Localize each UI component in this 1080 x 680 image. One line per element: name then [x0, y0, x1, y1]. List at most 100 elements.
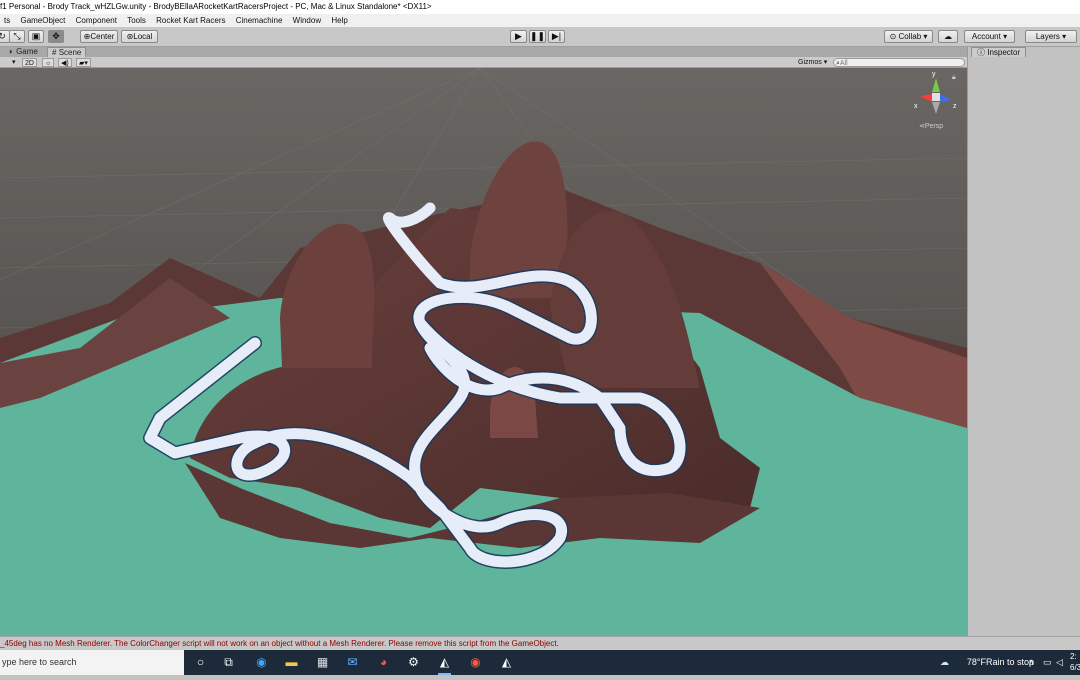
mail-icon[interactable]: ✉: [344, 654, 361, 671]
image-icon: ▰▾: [79, 60, 88, 67]
effects-dropdown[interactable]: ▰▾: [76, 58, 91, 67]
pause-button[interactable]: ❚❚: [529, 30, 546, 43]
play-button[interactable]: ▶: [510, 30, 527, 43]
edge-icon[interactable]: ◉: [253, 654, 270, 671]
transform-tool-button[interactable]: ✥: [48, 30, 64, 43]
tab-game-label: Game: [16, 47, 38, 56]
scale-icon: ⤡: [13, 31, 21, 41]
menu-item-assets[interactable]: ts: [0, 14, 14, 27]
lighting-toggle[interactable]: ☼: [42, 58, 55, 67]
menu-item-gameobject[interactable]: GameObject: [16, 14, 69, 27]
cloud-icon: ☁: [944, 32, 952, 41]
scene-search-input[interactable]: ⌕All: [833, 58, 965, 67]
sun-icon: ☼: [45, 60, 52, 67]
menu-item-tools[interactable]: Tools: [123, 14, 150, 27]
task-view-icon[interactable]: ⧉: [220, 654, 237, 671]
dropdown-icon: ▾: [823, 59, 828, 66]
local-label: Local: [133, 32, 153, 41]
tray-chevron-icon[interactable]: ∧: [1028, 650, 1035, 675]
scene-render: [0, 68, 967, 636]
dropdown-icon: ▾: [923, 32, 928, 41]
scene-viewport[interactable]: y x z ⋖Persp 🔒︎: [0, 68, 967, 636]
weather-temp[interactable]: 78°F: [967, 650, 986, 675]
step-icon: ▶|: [551, 31, 562, 41]
menu-item-component[interactable]: Component: [72, 14, 121, 27]
account-button[interactable]: Account ▾: [964, 30, 1015, 43]
scale-tool-button[interactable]: ⤡: [9, 30, 25, 43]
scene-toolbar: ▾ 2D ☼ ◀) ▰▾ Gizmos ▾ ⌕All: [0, 57, 967, 68]
orientation-gizmo[interactable]: y x z ⋖Persp: [912, 71, 960, 130]
toggle-2d-button[interactable]: 2D: [22, 58, 37, 67]
main-toolbar: ↻ ⤡ ▣ ✥ ⊕Center ⊛Local ▶ ❚❚ ▶| ⊙ Collab …: [0, 27, 1080, 47]
pivot-local-button[interactable]: ⊛Local: [121, 30, 158, 43]
pivot-center-button[interactable]: ⊕Center: [80, 30, 118, 43]
taskbar-search-input[interactable]: ype here to search: [0, 650, 184, 675]
toggle-2d-label: 2D: [25, 60, 34, 67]
persp-label[interactable]: ⋖Persp: [919, 122, 943, 130]
windows-taskbar: ype here to search ○ ⧉ ◉ ▬ ▦ ✉ ◕ ⚙ ◭ ◉ ◭…: [0, 650, 1080, 675]
collab-icon: ⊙: [889, 32, 897, 41]
store-icon[interactable]: ▦: [314, 654, 331, 671]
dropdown-icon: ▾: [1003, 32, 1008, 41]
chrome-icon[interactable]: ◕: [375, 654, 392, 671]
play-icon: ▶: [515, 31, 522, 41]
gizmos-dropdown[interactable]: Gizmos ▾: [796, 58, 829, 67]
collab-button[interactable]: ⊙ Collab ▾: [884, 30, 933, 43]
menu-item-help[interactable]: Help: [327, 14, 351, 27]
search-placeholder: All: [839, 60, 848, 67]
lock-icon[interactable]: 🔒︎: [952, 74, 956, 82]
layers-button[interactable]: Layers ▾: [1025, 30, 1077, 43]
console-message: _45deg has no Mesh Renderer. The ColorCh…: [0, 639, 559, 648]
unity-hub-icon[interactable]: ◭: [498, 654, 515, 671]
gizmo-z-label: z: [953, 103, 957, 110]
window-title-bar: f1 Personal - Brody Track_wHZLGw.unity -…: [0, 0, 1080, 14]
tab-inspector[interactable]: ⓘ Inspector: [971, 47, 1027, 57]
speaker-icon: ◀): [61, 60, 69, 67]
console-status-bar[interactable]: _45deg has no Mesh Renderer. The ColorCh…: [0, 636, 1080, 650]
dropdown-icon: ▾: [12, 59, 16, 66]
file-explorer-icon[interactable]: ▬: [283, 654, 300, 671]
gizmo-center: [932, 93, 940, 101]
gizmo-neg-y-cone: [932, 102, 940, 114]
tab-game[interactable]: ◐ Game: [5, 47, 42, 57]
gizmo-x-label: x: [914, 103, 918, 110]
weather-icon[interactable]: ☁: [940, 650, 954, 675]
layers-label: Layers: [1035, 32, 1060, 41]
game-icon: ◐: [9, 47, 14, 56]
menu-item-window[interactable]: Window: [289, 14, 325, 27]
tab-inspector-label: Inspector: [987, 48, 1021, 57]
shading-dropdown[interactable]: ▾: [10, 58, 18, 67]
inspector-panel: ⓘ Inspector: [967, 47, 1080, 636]
audio-toggle[interactable]: ◀): [58, 58, 72, 67]
cloud-button[interactable]: ☁: [938, 30, 958, 43]
network-icon[interactable]: ▭: [1043, 650, 1052, 675]
menu-item-rocket-kart-racers[interactable]: Rocket Kart Racers: [152, 14, 229, 27]
menu-item-cinemachine[interactable]: Cinemachine: [232, 14, 287, 27]
pause-icon: ❚❚: [530, 31, 546, 41]
info-icon: ⓘ: [977, 48, 985, 57]
step-button[interactable]: ▶|: [548, 30, 565, 43]
gizmo-y-label: y: [932, 71, 936, 78]
recording-app-icon[interactable]: ◉: [467, 654, 484, 671]
gizmo-y-cone: [932, 78, 940, 92]
cortana-icon[interactable]: ○: [192, 654, 209, 671]
rotate-icon: ↻: [0, 31, 6, 41]
clock-date[interactable]: 6/3: [1070, 655, 1080, 680]
rect-tool-button[interactable]: ▣: [28, 30, 44, 43]
center-label: Center: [90, 32, 115, 41]
settings-icon[interactable]: ⚙: [405, 654, 422, 671]
collab-label: Collab: [898, 32, 922, 41]
persp-text: Persp: [924, 123, 944, 130]
unity-icon[interactable]: ◭: [436, 654, 453, 675]
dropdown-icon: ▾: [1062, 32, 1067, 41]
gizmo-z-cone: [940, 94, 952, 102]
transform-icon: ✥: [52, 31, 60, 41]
window-title: f1 Personal - Brody Track_wHZLGw.unity -…: [0, 2, 432, 11]
tab-scene-label: Scene: [58, 48, 82, 57]
weather-text[interactable]: Rain to stop: [986, 650, 1034, 675]
volume-icon[interactable]: ◁: [1056, 650, 1063, 675]
tab-scene[interactable]: # Scene: [47, 47, 87, 57]
account-label: Account: [971, 32, 1001, 41]
menu-bar: ts GameObject Component Tools Rocket Kar…: [0, 14, 1080, 27]
taskbar-search-placeholder: ype here to search: [2, 657, 77, 667]
